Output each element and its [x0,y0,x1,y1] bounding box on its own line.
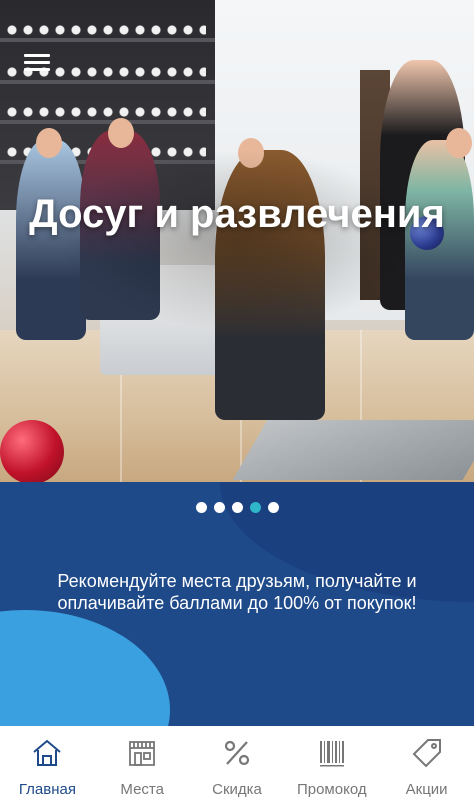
percent-icon [220,736,254,775]
slider-dot[interactable] [213,502,225,513]
nav-item[interactable]: Главная [0,726,95,800]
hero-banner[interactable]: Досуг и развлечения [0,0,474,482]
nav-label: Главная [18,781,76,798]
nav-label: Места [120,781,164,798]
nav-label: Промокод [296,781,367,798]
nav-item[interactable]: Скидка [190,726,285,800]
hero-title: Досуг и развлечения [29,192,445,236]
slider-dot[interactable] [195,502,207,513]
home-icon [30,736,64,775]
store-icon [125,736,159,775]
promo-section: Рекомендуйте места друзьям, получайте и … [0,482,474,726]
tag-icon [410,736,444,775]
nav-label: Акции [405,781,448,798]
nav-item[interactable]: Места [95,726,190,800]
nav-label: Скидка [212,781,262,798]
barcode-icon [315,736,349,775]
slider-dot[interactable] [267,502,279,513]
nav-item[interactable]: Акции [379,726,474,800]
bottom-navigation: Главная Места Скидка Промокод Акции [0,726,474,800]
hamburger-menu-icon[interactable] [24,54,50,72]
promo-text: Рекомендуйте места друзьям, получайте и … [57,571,417,613]
slider-dot[interactable] [231,502,243,513]
nav-item[interactable]: Промокод [284,726,379,800]
slider-dot[interactable] [249,502,261,513]
slider-pagination [0,502,474,513]
decorative-wave [0,610,170,726]
